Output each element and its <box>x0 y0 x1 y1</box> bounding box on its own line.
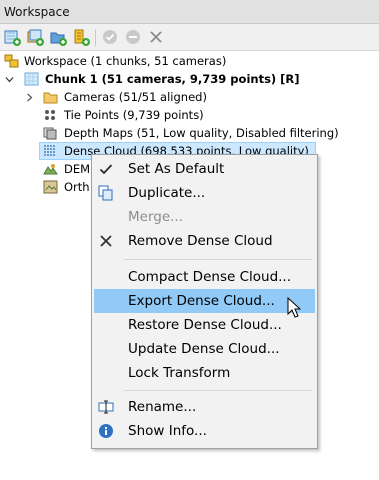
menu-item-lock-transform[interactable]: Lock Transform <box>94 361 315 385</box>
tie-points-icon <box>45 110 55 120</box>
chunk-icon <box>24 72 39 86</box>
depth-maps-icon <box>43 127 57 140</box>
add-folder-icon[interactable] <box>49 28 67 46</box>
info-icon <box>99 424 113 438</box>
disable-icon[interactable] <box>124 28 142 46</box>
menu-item-show-info[interactable]: Show Info... <box>94 419 315 443</box>
tree-item-depth-maps[interactable]: Depth Maps (51, Low quality, Disabled fi… <box>0 124 379 142</box>
mouse-cursor-icon <box>287 297 301 318</box>
context-menu: Set As Default Duplicate... Merge... Rem… <box>91 154 318 449</box>
chunk-label: Chunk 1 (51 cameras, 9,739 points) [R] <box>45 72 300 86</box>
tree-item-cameras[interactable]: Cameras (51/51 aligned) <box>0 88 379 106</box>
menu-label: Duplicate... <box>128 185 206 201</box>
orthomosaic-label: Orth <box>64 180 90 194</box>
workspace-icon <box>4 54 19 68</box>
add-chunk-icon[interactable] <box>3 28 21 46</box>
menu-separator <box>124 390 312 391</box>
menu-label: Show Info... <box>128 423 207 439</box>
tree-item-orthomosaic[interactable]: Orth <box>0 178 90 196</box>
menu-label: Export Dense Cloud... <box>128 293 275 309</box>
menu-label: Set As Default <box>128 161 225 177</box>
chevron-down-icon[interactable] <box>5 75 14 84</box>
menu-item-remove-dense-cloud[interactable]: Remove Dense Cloud <box>94 229 315 253</box>
tree-item-dem[interactable]: DEM <box>0 160 90 178</box>
add-markers-icon[interactable] <box>72 28 90 46</box>
workspace-label: Workspace (1 chunks, 51 cameras) <box>24 54 227 68</box>
close-icon <box>100 235 112 247</box>
toolbar-separator <box>95 29 96 46</box>
menu-separator <box>124 259 312 260</box>
menu-item-set-as-default[interactable]: Set As Default <box>94 157 315 181</box>
dem-icon <box>43 164 58 175</box>
tie-points-label: Tie Points (9,739 points) <box>64 108 204 122</box>
workspace-title-bar: Workspace <box>0 0 379 24</box>
dense-cloud-icon <box>44 145 55 156</box>
menu-label: Compact Dense Cloud... <box>128 269 292 285</box>
cameras-label: Cameras (51/51 aligned) <box>64 90 207 104</box>
menu-item-restore-dense-cloud[interactable]: Restore Dense Cloud... <box>94 313 315 337</box>
tree-item-tie-points[interactable]: Tie Points (9,739 points) <box>0 106 379 124</box>
enable-icon[interactable] <box>101 28 119 46</box>
menu-label: Merge... <box>128 209 184 225</box>
workspace-toolbar <box>0 24 379 51</box>
menu-item-merge[interactable]: Merge... <box>94 205 315 229</box>
menu-item-compact-dense-cloud[interactable]: Compact Dense Cloud... <box>94 265 315 289</box>
dem-label: DEM <box>64 162 91 176</box>
tree-item-chunk[interactable]: Chunk 1 (51 cameras, 9,739 points) [R] <box>0 70 379 88</box>
tree-item-workspace[interactable]: Workspace (1 chunks, 51 cameras) <box>0 52 379 70</box>
remove-icon[interactable] <box>147 28 165 46</box>
duplicate-icon <box>98 185 113 201</box>
menu-label: Update Dense Cloud... <box>128 341 280 357</box>
rename-icon <box>98 400 114 414</box>
menu-label: Lock Transform <box>128 365 231 381</box>
depth-maps-label: Depth Maps (51, Low quality, Disabled fi… <box>64 126 339 140</box>
chevron-right-icon[interactable] <box>25 93 34 102</box>
menu-label: Restore Dense Cloud... <box>128 317 282 333</box>
add-photos-icon[interactable] <box>26 28 44 46</box>
folder-icon <box>43 92 58 104</box>
menu-item-export-dense-cloud[interactable]: Export Dense Cloud... <box>94 289 315 313</box>
checkmark-icon <box>99 164 113 175</box>
menu-label: Remove Dense Cloud <box>128 233 273 249</box>
orthomosaic-icon <box>43 180 58 194</box>
menu-item-duplicate[interactable]: Duplicate... <box>94 181 315 205</box>
menu-label: Rename... <box>128 399 197 415</box>
window-title: Workspace <box>4 5 70 19</box>
menu-item-update-dense-cloud[interactable]: Update Dense Cloud... <box>94 337 315 361</box>
menu-item-rename[interactable]: Rename... <box>94 395 315 419</box>
